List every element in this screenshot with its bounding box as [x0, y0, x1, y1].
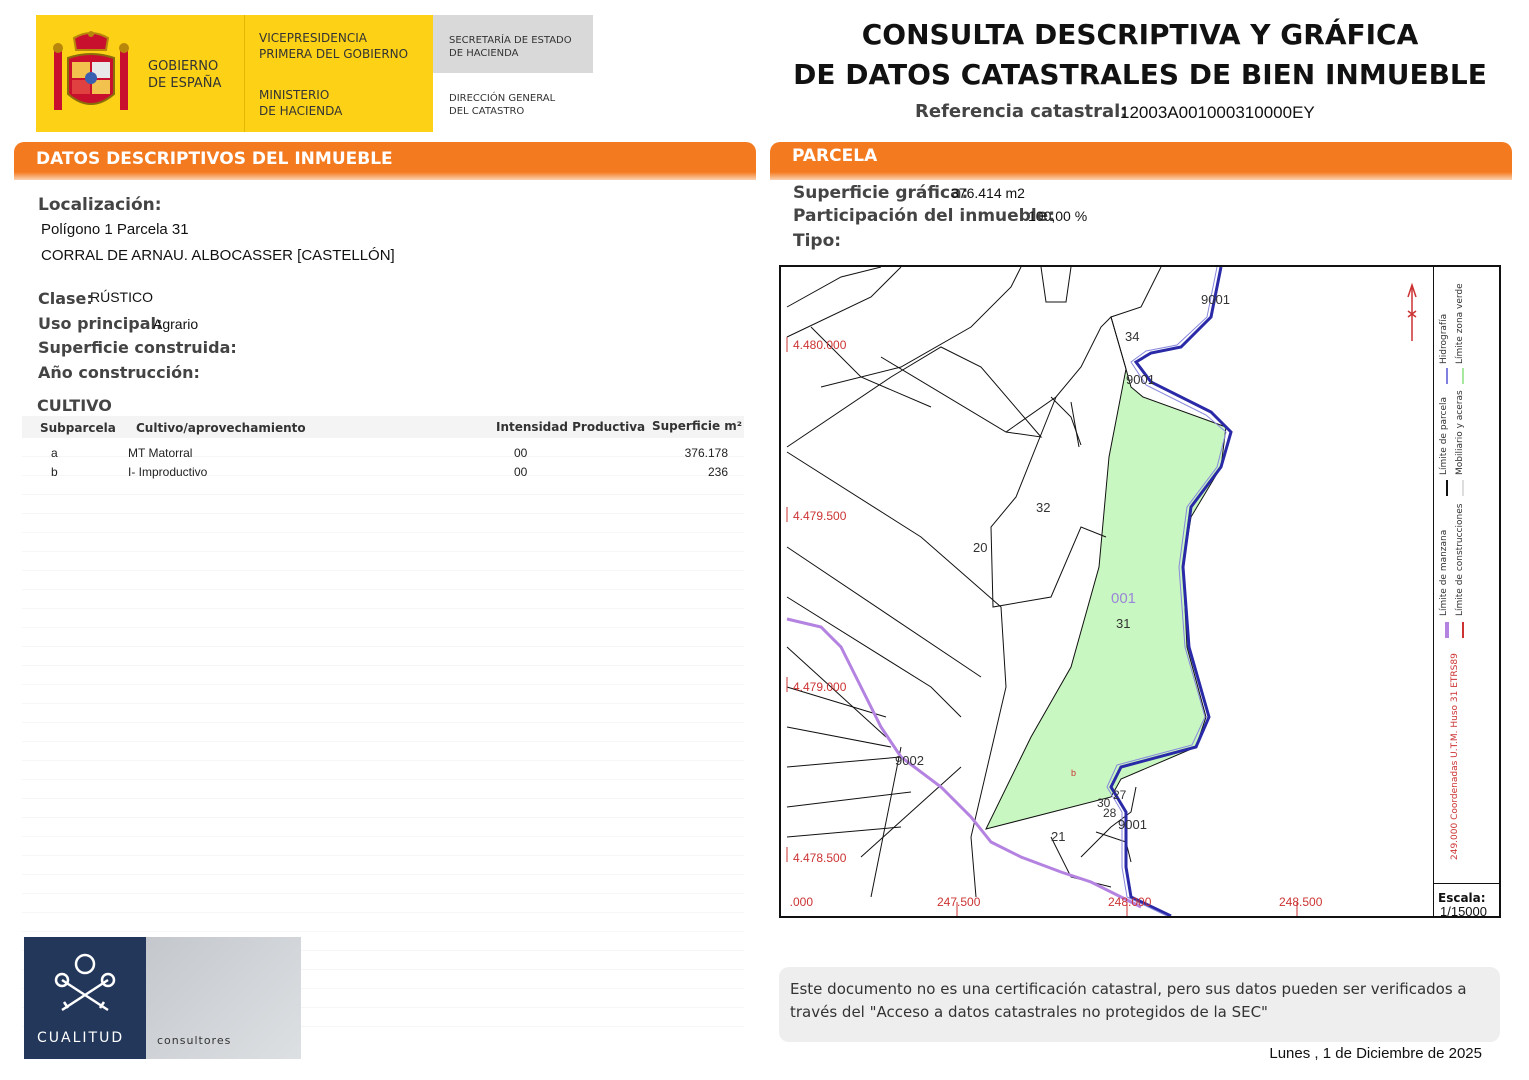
y-label: 4.480.000	[793, 338, 847, 352]
document-date: Lunes , 1 de Diciembre de 2025	[1269, 1045, 1482, 1062]
col-cultivo: Cultivo/aprovechamiento	[136, 421, 306, 435]
parcel-label: 9002	[895, 753, 924, 768]
row-sub: b	[51, 465, 58, 479]
parcel-label: 28	[1103, 806, 1117, 820]
disclaimer-line1: Este documento no es una certificación c…	[790, 980, 1467, 998]
parcel-label: 27	[1113, 788, 1127, 802]
subparcel-label: b	[1071, 768, 1077, 778]
superficie-grafica-label: Superficie gráfica:	[793, 183, 969, 203]
parcel-label-polygon: 001	[1111, 590, 1137, 607]
participacion-label: Participación del inmueble:	[793, 206, 1056, 226]
y-label: 4.479.500	[793, 509, 847, 523]
legend-limite-parcela: Límite de parcela	[1439, 396, 1449, 475]
localizacion-label: Localización:	[38, 195, 162, 215]
parcel-label: 9001	[1201, 292, 1230, 307]
x-label: 247.000	[789, 895, 813, 909]
coat-of-arms-icon	[53, 31, 129, 110]
parcela-header: PARCELA	[770, 142, 1512, 172]
uso-principal-value: Agrario	[153, 316, 199, 332]
parcel-label: 9001	[1126, 372, 1155, 387]
ref-value: 12003A001000310000EY	[1120, 103, 1315, 122]
legend-limite-construcciones: Límite de construcciones	[1455, 503, 1465, 616]
col-intensidad: Intensidad Productiva	[496, 420, 646, 434]
x-label: 248.500	[1279, 895, 1323, 909]
crossed-keys-icon	[54, 953, 116, 1012]
y-label: 4.479.000	[793, 680, 847, 694]
gobierno-text: GOBIERNO DE ESPAÑA	[148, 59, 222, 91]
participacion-value: 100,00 %	[1028, 208, 1088, 224]
x-label: 248.000	[1108, 895, 1152, 909]
cualitud-brand: CUALITUD	[37, 1030, 125, 1046]
page-title-line1: CONSULTA DESCRIPTIVA Y GRÁFICA	[861, 18, 1419, 51]
clase-value: RÚSTICO	[90, 289, 153, 305]
direccion-text: DIRECCIÓN GENERAL DEL CATASTRO	[449, 93, 556, 117]
row-intensidad: 00	[514, 465, 528, 479]
y-label: 4.478.500	[793, 851, 847, 865]
cultivo-title: CULTIVO	[37, 396, 112, 415]
localizacion-line2: CORRAL DE ARNAU. ALBOCASSER [CASTELLÓN]	[41, 247, 395, 264]
row-cultivo: I- Improductivo	[128, 465, 208, 479]
parcel-label: 20	[973, 540, 988, 555]
parcel-label: 32	[1036, 500, 1051, 515]
ref-label: Referencia catastral:	[915, 101, 1128, 122]
col-subparcela: Subparcela	[40, 421, 116, 435]
row-intensidad: 00	[514, 446, 528, 460]
cualitud-sub: consultores	[157, 1034, 232, 1047]
superficie-construida-label: Superficie construida:	[38, 338, 237, 357]
secretaria-text: SECRETARÍA DE ESTADO DE HACIENDA	[449, 35, 572, 59]
datos-descriptivos-header: DATOS DESCRIPTIVOS DEL INMUEBLE	[14, 142, 756, 172]
parcel-label: 9001	[1118, 817, 1147, 832]
tipo-label: Tipo:	[793, 231, 842, 251]
x-label: 247.500	[937, 895, 981, 909]
legend-hidrografia: Hidrografía	[1439, 313, 1449, 364]
row-superficie: 236	[707, 465, 728, 479]
parcel-label: 34	[1125, 329, 1140, 344]
superficie-grafica-value: 376.414 m2	[951, 185, 1025, 201]
vicepresidencia-text: VICEPRESIDENCIA PRIMERA DEL GOBIERNO	[259, 31, 409, 61]
parcel-label: 21	[1051, 829, 1066, 844]
parcel-31-area	[985, 368, 1227, 830]
escala-value: 1/15000	[1440, 904, 1487, 919]
row-cultivo: MT Matorral	[128, 446, 193, 460]
legend-limite-zona-verde: Límite zona verde	[1455, 283, 1465, 364]
legend-coords: 249.000 Coordenadas U.T.M. Huso 31 ETRS8…	[1450, 653, 1460, 860]
col-superficie: Superficie m²	[652, 419, 743, 433]
escala-label: Escala:	[1438, 891, 1486, 905]
legend-limite-manzana: Límite de manzana	[1439, 529, 1449, 616]
localizacion-line1: Polígono 1 Parcela 31	[41, 221, 189, 238]
legend-mobiliario: Mobiliario y aceras	[1455, 390, 1465, 475]
uso-principal-label: Uso principal:	[38, 314, 163, 333]
ministerio-text: MINISTERIO DE HACIENDA	[259, 88, 343, 118]
row-superficie: 376.178	[684, 446, 728, 460]
north-arrow-icon	[1407, 282, 1417, 341]
page-title-line2: DE DATOS CATASTRALES DE BIEN INMUEBLE	[793, 58, 1487, 91]
parcel-label: 31	[1116, 616, 1131, 631]
disclaimer-line2: través del "Acceso a datos catastrales n…	[790, 1003, 1268, 1021]
clase-label: Clase:	[38, 289, 93, 308]
row-sub: a	[51, 446, 58, 460]
anio-construccion-label: Año construcción:	[38, 363, 200, 382]
